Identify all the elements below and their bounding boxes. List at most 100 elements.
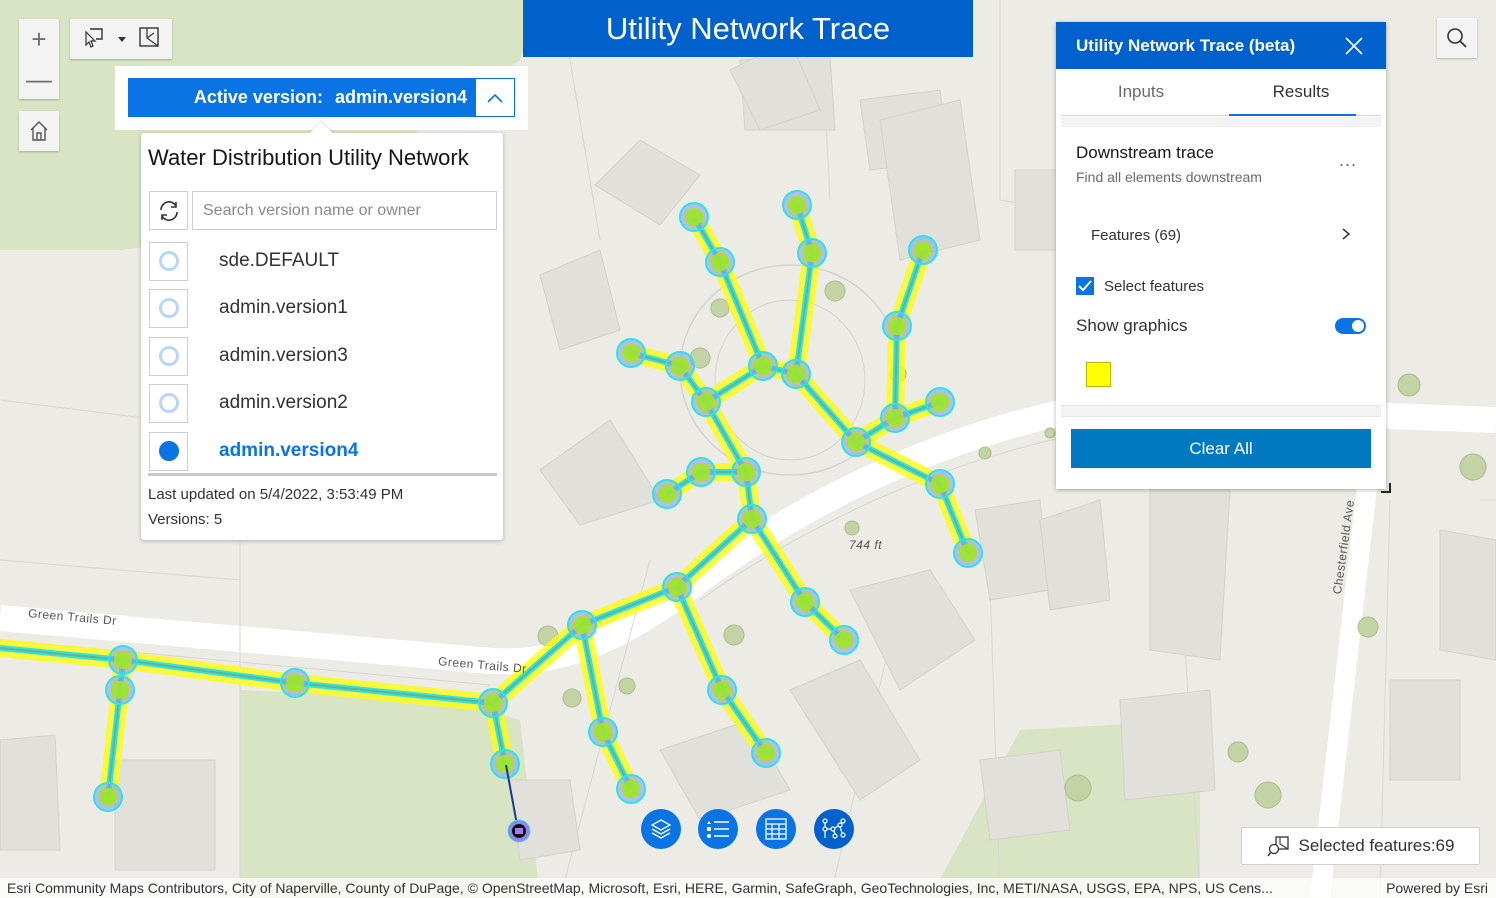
selection-toolbar bbox=[70, 19, 172, 59]
selection-zoom-icon bbox=[1266, 836, 1289, 857]
select-by-rectangle-button[interactable] bbox=[82, 26, 106, 53]
more-options-button[interactable]: ... bbox=[1339, 150, 1357, 171]
version-name: admin.version1 bbox=[219, 297, 348, 318]
version-name: admin.version3 bbox=[219, 345, 348, 366]
attribution-sources[interactable]: Esri Community Maps Contributors, City o… bbox=[7, 880, 1368, 896]
version-panel-toggle[interactable] bbox=[475, 78, 515, 117]
network-node bbox=[788, 196, 806, 214]
features-label: Features (69) bbox=[1091, 227, 1182, 244]
active-version-value: admin.version4 bbox=[334, 87, 467, 107]
home-icon bbox=[30, 121, 48, 141]
show-graphics-toggle[interactable] bbox=[1335, 318, 1366, 334]
select-features-checkbox[interactable]: Select features bbox=[1076, 277, 1204, 295]
graphic-color-swatch[interactable] bbox=[1086, 362, 1111, 387]
clear-all-button[interactable]: Clear All bbox=[1071, 429, 1371, 468]
network-node bbox=[737, 463, 755, 481]
clear-selection-button[interactable] bbox=[138, 26, 160, 53]
network-node bbox=[622, 344, 640, 362]
network-node bbox=[787, 365, 805, 383]
attribute-table-icon bbox=[765, 818, 787, 840]
zoom-out-button[interactable]: — bbox=[19, 59, 59, 99]
network-node bbox=[931, 475, 949, 493]
clear-selection-icon bbox=[139, 26, 160, 47]
version-item-selected[interactable]: admin.version4 bbox=[149, 431, 497, 471]
version-radio[interactable] bbox=[149, 431, 188, 471]
network-node bbox=[668, 578, 686, 596]
trace-description: Find all elements downstream bbox=[1076, 169, 1262, 185]
network-node bbox=[484, 694, 502, 712]
resize-handle[interactable] bbox=[1381, 483, 1391, 493]
show-graphics-label: Show graphics bbox=[1076, 316, 1188, 335]
layers-button[interactable] bbox=[641, 809, 681, 849]
network-node bbox=[286, 674, 304, 692]
last-updated-text: Last updated on 5/4/2022, 3:53:49 PM bbox=[148, 486, 404, 503]
selected-features-button[interactable]: Selected features:69 bbox=[1241, 827, 1480, 865]
check-icon bbox=[1078, 280, 1092, 292]
network-node bbox=[931, 393, 949, 411]
zoom-in-button[interactable]: + bbox=[19, 19, 59, 59]
network-node bbox=[692, 463, 710, 481]
network-node bbox=[622, 780, 640, 798]
network-node bbox=[713, 681, 731, 699]
selection-dropdown-button[interactable] bbox=[117, 30, 127, 48]
app-title: Utility Network Trace bbox=[523, 0, 973, 57]
network-node bbox=[886, 409, 904, 427]
version-radio[interactable] bbox=[149, 383, 188, 423]
trace-panel: Utility Network Trace (beta) Inputs Resu… bbox=[1056, 22, 1391, 493]
chevron-up-icon bbox=[487, 93, 503, 103]
network-node bbox=[114, 651, 132, 669]
divider bbox=[1061, 117, 1381, 127]
network-node bbox=[111, 681, 129, 699]
trace-panel-header: Utility Network Trace (beta) bbox=[1056, 22, 1386, 69]
network-node bbox=[757, 744, 775, 762]
attribute-table-button[interactable] bbox=[756, 809, 796, 849]
active-version-button[interactable]: Active version: admin.version4 bbox=[128, 78, 475, 117]
version-radio[interactable] bbox=[149, 241, 188, 281]
version-list-panel: Water Distribution Utility Network sde.D… bbox=[141, 121, 503, 540]
powered-by-esri[interactable]: Powered by Esri bbox=[1368, 880, 1496, 896]
legend-list-icon bbox=[707, 821, 729, 838]
version-search-input[interactable] bbox=[192, 191, 497, 230]
panel-title: Water Distribution Utility Network bbox=[148, 145, 469, 170]
network-node bbox=[914, 241, 932, 259]
version-item[interactable]: admin.version3 bbox=[149, 336, 497, 376]
tab-inputs[interactable]: Inputs bbox=[1061, 69, 1221, 115]
version-item[interactable]: sde.DEFAULT bbox=[149, 241, 497, 281]
attribution-bar: Esri Community Maps Contributors, City o… bbox=[0, 878, 1496, 898]
zoom-controls: + — bbox=[19, 19, 59, 99]
version-management-bar: Active version: admin.version4 bbox=[115, 66, 528, 130]
checkbox[interactable] bbox=[1076, 277, 1094, 295]
network-node bbox=[685, 208, 703, 226]
network-node bbox=[671, 357, 689, 375]
legend-button[interactable] bbox=[698, 809, 738, 849]
utility-network-icon bbox=[822, 818, 846, 839]
search-button[interactable] bbox=[1437, 18, 1477, 58]
refresh-button[interactable] bbox=[149, 191, 188, 230]
version-radio[interactable] bbox=[149, 288, 188, 328]
version-radio[interactable] bbox=[149, 336, 188, 376]
select-features-label: Select features bbox=[1104, 277, 1205, 295]
versions-count: Versions: 5 bbox=[148, 511, 223, 528]
network-node bbox=[796, 593, 814, 611]
trace-name: Downstream trace bbox=[1076, 143, 1214, 162]
trace-panel-title: Utility Network Trace (beta) bbox=[1076, 35, 1296, 55]
refresh-icon bbox=[159, 200, 178, 221]
utility-network-button[interactable] bbox=[814, 809, 854, 849]
network-node bbox=[888, 317, 906, 335]
network-node bbox=[847, 433, 865, 451]
version-name: admin.version2 bbox=[219, 392, 348, 413]
active-version-label: Active version: bbox=[193, 87, 323, 107]
divider bbox=[1061, 405, 1381, 417]
home-button[interactable] bbox=[19, 111, 59, 151]
tab-results[interactable]: Results bbox=[1221, 69, 1381, 116]
features-result-item[interactable]: Features (69) bbox=[1091, 227, 1351, 244]
version-item[interactable]: admin.version2 bbox=[149, 383, 497, 423]
search-icon bbox=[1447, 28, 1467, 48]
network-node bbox=[803, 244, 821, 262]
version-item[interactable]: admin.version1 bbox=[149, 288, 497, 328]
network-node bbox=[573, 616, 591, 634]
layers-icon bbox=[650, 819, 672, 839]
network-node bbox=[959, 544, 977, 562]
elevation-label: 744 ft bbox=[849, 538, 883, 552]
close-icon[interactable] bbox=[1342, 34, 1366, 58]
